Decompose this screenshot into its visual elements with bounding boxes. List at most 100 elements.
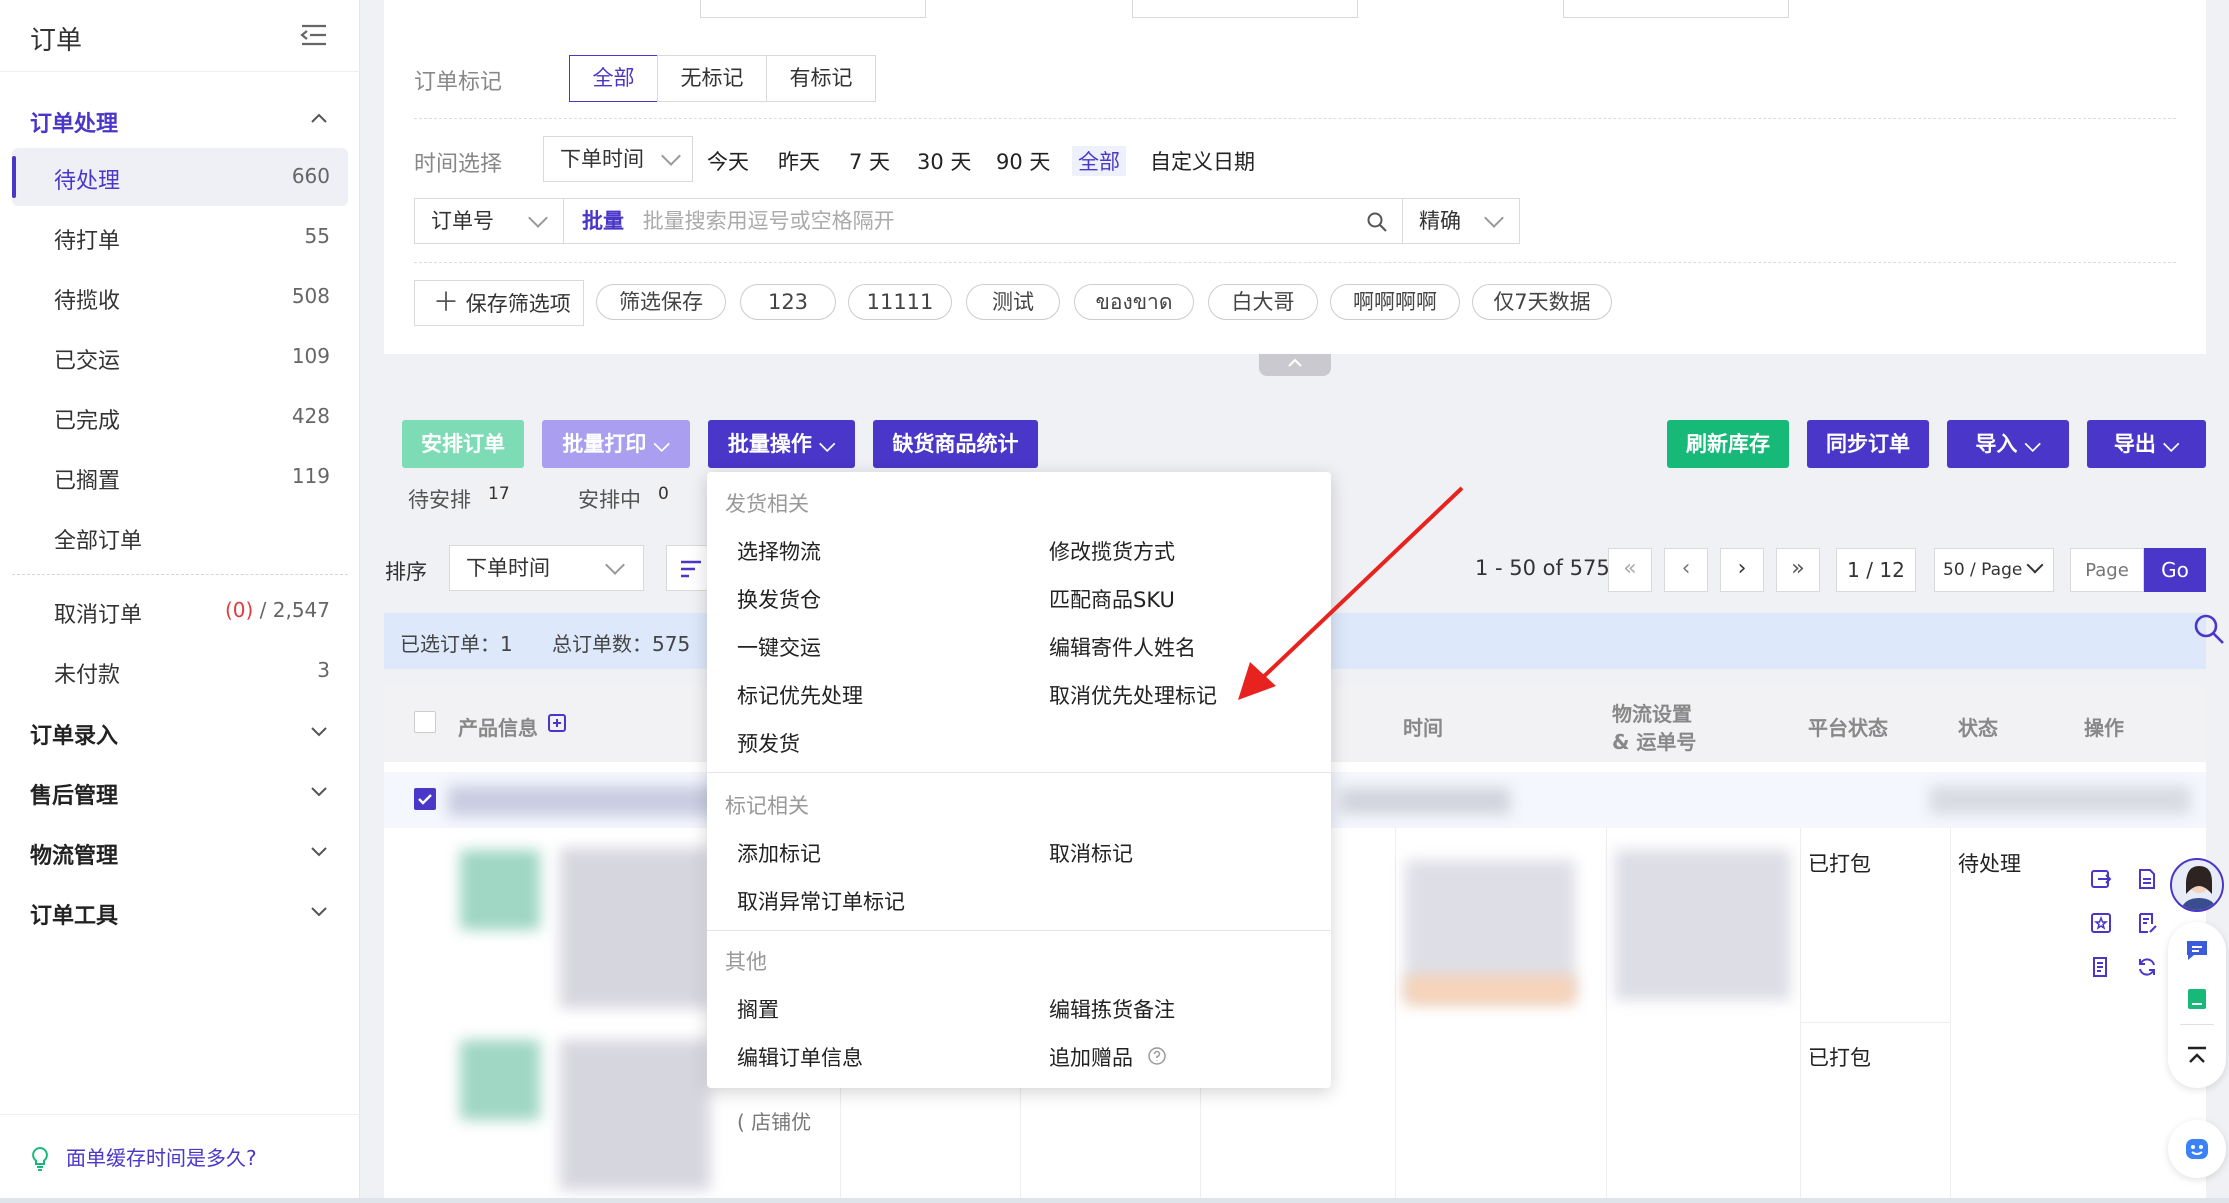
search-input[interactable]: 批量 批量搜索用逗号或空格隔开 [563, 198, 1403, 244]
mark-all-option[interactable]: 全部 [569, 55, 658, 102]
sidebar-item-shipped[interactable]: 已交运 109 [12, 328, 348, 386]
menu-item-change-warehouse[interactable]: 换发货仓 [737, 584, 821, 614]
time-type-select[interactable]: 下单时间 [543, 136, 693, 182]
menu-item-select-logistics[interactable]: 选择物流 [737, 536, 821, 566]
star-box-icon[interactable] [2090, 912, 2112, 934]
menu-item-cancel-abnormal-mark[interactable]: 取消异常订单标记 [737, 886, 905, 916]
section-order-entry[interactable]: 订单录入 [30, 718, 118, 750]
saved-filter-chip[interactable]: 仅7天数据 [1472, 284, 1612, 320]
time-90-days[interactable]: 90 天 [996, 146, 1050, 176]
batch-operations-button[interactable]: 批量操作 ⌵ [708, 420, 855, 468]
sidebar-item-pending[interactable]: 待处理 660 [12, 148, 348, 206]
menu-item-edit-order-info[interactable]: 编辑订单信息 [737, 1042, 863, 1072]
search-field-select[interactable]: 订单号 [414, 198, 564, 244]
mark-has-option[interactable]: 有标记 [766, 55, 876, 102]
filter-select-partial[interactable] [1563, 0, 1789, 18]
collapse-menu-icon[interactable] [300, 22, 328, 48]
match-mode-select[interactable]: 精确 [1402, 198, 1520, 244]
saved-filter-chip[interactable]: 123 [740, 284, 836, 320]
chevron-down-icon[interactable] [308, 780, 330, 802]
pending-arrange-label[interactable]: 待安排 [408, 484, 471, 514]
arrange-orders-button[interactable]: 安排订单 [402, 420, 524, 468]
menu-item-edit-sender-name[interactable]: 编辑寄件人姓名 [1049, 632, 1196, 662]
filter-select-partial[interactable] [700, 0, 926, 18]
chevron-down-icon[interactable] [308, 840, 330, 862]
time-yesterday[interactable]: 昨天 [778, 146, 820, 176]
go-button[interactable]: Go [2144, 548, 2206, 592]
refresh-stock-button[interactable]: 刷新库存 [1667, 420, 1789, 468]
time-today[interactable]: 今天 [707, 146, 749, 176]
batch-toggle[interactable]: 批量 [582, 209, 624, 233]
menu-item-add-mark[interactable]: 添加标记 [737, 838, 821, 868]
sidebar-item-unpaid[interactable]: 未付款 3 [12, 642, 348, 700]
assistant-widget[interactable] [2168, 1120, 2226, 1178]
chat-icon[interactable] [2184, 937, 2210, 963]
menu-item-mark-priority[interactable]: 标记优先处理 [737, 680, 863, 710]
help-link[interactable]: 面单缓存时间是多久? [66, 1142, 257, 1171]
saved-filter-chip[interactable]: 白大哥 [1208, 284, 1318, 320]
back-to-top-icon[interactable] [2184, 1044, 2210, 1070]
help-circle-icon[interactable] [1147, 1046, 1167, 1066]
section-after-sales[interactable]: 售后管理 [30, 778, 118, 810]
edit-list-icon[interactable] [2136, 912, 2158, 934]
chevron-down-icon[interactable] [308, 900, 330, 922]
menu-item-change-pickup-method[interactable]: 修改揽货方式 [1049, 536, 1175, 566]
section-logistics[interactable]: 物流管理 [30, 838, 118, 870]
time-30-days[interactable]: 30 天 [917, 146, 971, 176]
menu-item-cancel-mark[interactable]: 取消标记 [1049, 838, 1133, 868]
last-page-button[interactable]: » [1776, 548, 1820, 592]
book-icon[interactable] [2184, 986, 2210, 1012]
menu-item-put-on-hold[interactable]: 搁置 [737, 994, 779, 1024]
search-icon[interactable] [2192, 612, 2226, 646]
saved-filter-chip[interactable]: 筛选保存 [596, 284, 726, 320]
list-icon[interactable] [2090, 956, 2112, 978]
menu-item-cancel-priority-mark[interactable]: 取消优先处理标记 [1049, 680, 1217, 710]
sync-orders-button[interactable]: 同步订单 [1807, 420, 1929, 468]
page-jump-input[interactable] [2070, 548, 2144, 592]
chevron-down-icon[interactable] [308, 720, 330, 742]
import-button[interactable]: 导入 ⌵ [1947, 420, 2069, 468]
time-7-days[interactable]: 7 天 [849, 146, 890, 176]
time-all[interactable]: 全部 [1072, 146, 1126, 176]
time-custom-date[interactable]: 自定义日期 [1150, 146, 1255, 176]
section-order-processing[interactable]: 订单处理 [30, 106, 118, 138]
sidebar-item-completed[interactable]: 已完成 428 [12, 388, 348, 446]
select-all-checkbox[interactable] [414, 711, 436, 733]
row-checkbox[interactable] [414, 788, 436, 810]
saved-filter-chip[interactable]: ของขาด [1074, 284, 1194, 320]
sidebar-item-on-hold[interactable]: 已搁置 119 [12, 448, 348, 506]
menu-item-edit-picking-note[interactable]: 编辑拣货备注 [1049, 994, 1175, 1024]
chevron-up-icon[interactable] [308, 108, 330, 130]
ship-icon[interactable] [2090, 868, 2112, 890]
stockout-stats-button[interactable]: 缺货商品统计 [873, 420, 1038, 468]
saved-filter-chip[interactable]: 11111 [848, 284, 952, 320]
document-icon[interactable] [2136, 868, 2158, 890]
save-filter-button[interactable]: ＋ 保存筛选项 [414, 280, 584, 326]
batch-print-button[interactable]: 批量打印 ⌵ [542, 420, 690, 468]
arranging-label[interactable]: 安排中 [578, 484, 641, 514]
filter-select-partial[interactable] [1132, 0, 1358, 18]
sidebar-item-cancelled[interactable]: 取消订单 (0) / 2,547 [12, 582, 348, 640]
menu-item-pre-ship[interactable]: 预发货 [737, 728, 800, 758]
export-button[interactable]: 导出 ⌵ [2087, 420, 2206, 468]
menu-item-match-sku[interactable]: 匹配商品SKU [1049, 584, 1175, 614]
sidebar-item-to-pickup[interactable]: 待揽收 508 [12, 268, 348, 326]
menu-item-one-click-ship[interactable]: 一键交运 [737, 632, 821, 662]
mark-none-option[interactable]: 无标记 [657, 55, 767, 102]
support-avatar[interactable] [2170, 858, 2224, 912]
sort-field-select[interactable]: 下单时间 [449, 545, 644, 591]
first-page-button[interactable]: « [1608, 548, 1652, 592]
sidebar-item-to-print[interactable]: 待打单 55 [12, 208, 348, 266]
next-page-button[interactable]: › [1720, 548, 1764, 592]
sidebar-item-all-orders[interactable]: 全部订单 [12, 508, 348, 566]
saved-filter-chip[interactable]: 测试 [966, 284, 1060, 320]
search-icon[interactable] [1366, 211, 1388, 233]
collapse-filter-toggle[interactable] [1259, 354, 1331, 376]
section-order-tools[interactable]: 订单工具 [30, 898, 118, 930]
saved-filter-chip[interactable]: 啊啊啊啊 [1330, 284, 1460, 320]
expand-plus-icon[interactable] [548, 714, 566, 732]
prev-page-button[interactable]: ‹ [1664, 548, 1708, 592]
refresh-icon[interactable] [2136, 956, 2158, 978]
page-size-select[interactable]: 50 / Page [1934, 548, 2054, 592]
menu-item-add-gift[interactable]: 追加赠品 [1049, 1042, 1133, 1072]
